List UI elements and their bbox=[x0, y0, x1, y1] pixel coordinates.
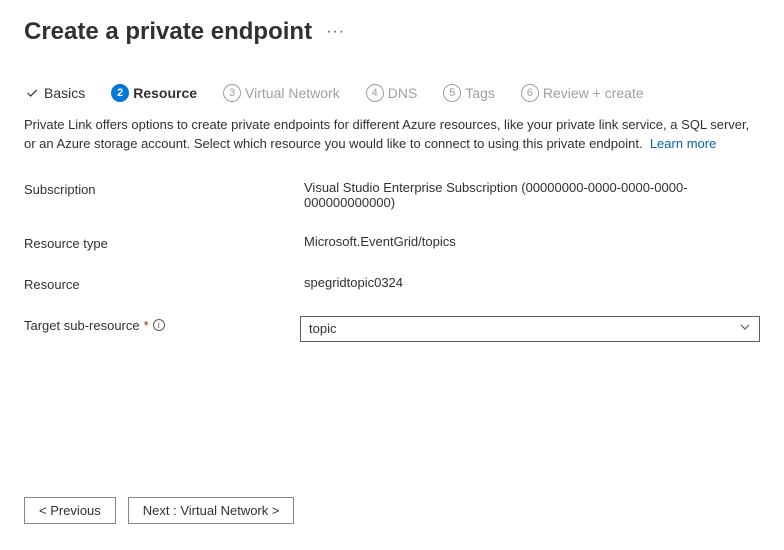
previous-button[interactable]: < Previous bbox=[24, 497, 116, 524]
tab-basics[interactable]: Basics bbox=[24, 85, 85, 101]
subscription-label: Subscription bbox=[24, 180, 304, 197]
target-sub-resource-value: topic bbox=[309, 321, 336, 336]
resource-label: Resource bbox=[24, 275, 304, 292]
step-number-icon: 2 bbox=[111, 84, 129, 102]
page-title: Create a private endpoint bbox=[24, 18, 312, 46]
resource-type-label: Resource type bbox=[24, 234, 304, 251]
chevron-down-icon bbox=[739, 321, 751, 336]
tab-dns[interactable]: 4 DNS bbox=[366, 84, 418, 102]
tab-resource[interactable]: 2 Resource bbox=[111, 84, 197, 102]
tab-tags-label: Tags bbox=[465, 85, 495, 101]
required-indicator: * bbox=[144, 318, 149, 333]
tab-resource-label: Resource bbox=[133, 85, 197, 101]
tab-virtual-network-label: Virtual Network bbox=[245, 85, 340, 101]
wizard-tabs: Basics 2 Resource 3 Virtual Network 4 DN… bbox=[0, 56, 784, 110]
more-actions-icon[interactable]: ··· bbox=[326, 23, 345, 41]
description-text: Private Link offers options to create pr… bbox=[24, 117, 749, 151]
step-number-icon: 3 bbox=[223, 84, 241, 102]
step-number-icon: 4 bbox=[366, 84, 384, 102]
tab-dns-label: DNS bbox=[388, 85, 418, 101]
tab-virtual-network[interactable]: 3 Virtual Network bbox=[223, 84, 340, 102]
info-icon[interactable]: i bbox=[153, 319, 165, 331]
tab-tags[interactable]: 5 Tags bbox=[443, 84, 495, 102]
next-button[interactable]: Next : Virtual Network > bbox=[128, 497, 295, 524]
subscription-value: Visual Studio Enterprise Subscription (0… bbox=[304, 180, 760, 210]
target-sub-resource-select[interactable]: topic bbox=[300, 316, 760, 342]
tab-review-create[interactable]: 6 Review + create bbox=[521, 84, 644, 102]
resource-value: spegridtopic0324 bbox=[304, 275, 760, 290]
resource-type-value: Microsoft.EventGrid/topics bbox=[304, 234, 760, 249]
checkmark-icon bbox=[24, 85, 40, 101]
step-number-icon: 5 bbox=[443, 84, 461, 102]
step-description: Private Link offers options to create pr… bbox=[0, 110, 784, 158]
tab-review-create-label: Review + create bbox=[543, 85, 644, 101]
learn-more-link[interactable]: Learn more bbox=[650, 136, 716, 151]
target-sub-resource-label: Target sub-resource bbox=[24, 318, 140, 333]
resource-form: Subscription Visual Studio Enterprise Su… bbox=[0, 158, 784, 364]
wizard-footer: < Previous Next : Virtual Network > bbox=[24, 497, 294, 524]
tab-basics-label: Basics bbox=[44, 85, 85, 101]
step-number-icon: 6 bbox=[521, 84, 539, 102]
